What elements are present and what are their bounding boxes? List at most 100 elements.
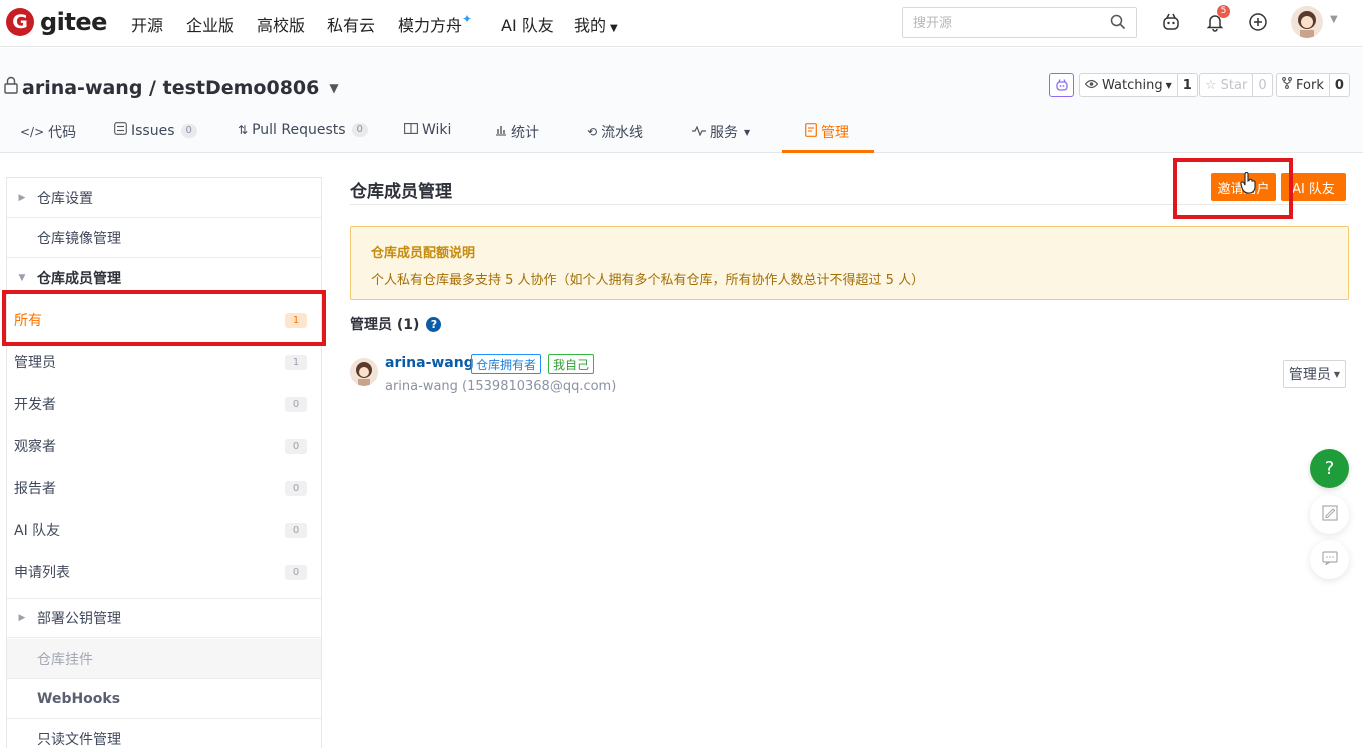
ai-bot-button[interactable] [1049,73,1074,97]
nav-mine-label: 我的 [574,16,607,35]
manage-doc-icon [805,123,817,141]
role-select-value: 管理员 [1288,367,1331,383]
help-icon[interactable]: ? [426,316,442,332]
gitee-brand-text: gitee [40,8,107,36]
member-name[interactable]: arina-wang [385,355,474,371]
feedback-icon [1321,504,1338,525]
sidebar-item-label: 管理员 [14,355,56,371]
sidebar-item-count: 0 [285,522,307,538]
sidebar-item-reporters[interactable]: 报告者 0 [7,467,321,509]
star-button[interactable]: ☆ Star [1200,74,1252,96]
notification-badge: 5 [1217,5,1230,18]
caret-down-icon[interactable]: ▼ [329,81,338,95]
caret-down-icon: ▼ [744,127,751,137]
user-avatar[interactable] [1291,6,1323,38]
search-icon[interactable] [1110,14,1126,34]
cursor-hand-icon [1240,172,1256,198]
tab-wiki-label: Wiki [422,122,452,138]
fork-button-group[interactable]: Fork 0 [1276,73,1350,97]
tab-service-label: 服务 [710,125,738,141]
nav-mine[interactable]: 我的 ▼ [574,12,618,36]
sidebar-deploy-keys-label: 部署公钥管理 [37,611,121,627]
star-count[interactable]: 0 [1252,74,1271,96]
nav-private-cloud[interactable]: 私有云 [327,12,375,36]
search-input[interactable] [903,8,1103,37]
nav-education[interactable]: 高校版 [257,12,305,36]
pull-request-icon: ⇅ [238,123,249,137]
search-box [902,7,1137,38]
sidebar-mirror-label: 仓库镜像管理 [37,230,121,247]
sidebar-repo-settings[interactable]: ▶ 仓库设置 [7,178,321,218]
tab-code[interactable]: </> 代码 [20,122,76,142]
plus-circle-icon[interactable] [1246,10,1270,34]
copilot-icon[interactable] [1159,10,1183,34]
fork-icon [1282,77,1292,93]
tab-manage[interactable]: 管理 [805,122,849,142]
nav-moli[interactable]: 模力方舟✦ [398,12,472,36]
watch-count[interactable]: 1 [1176,74,1197,96]
chat-icon [1321,550,1338,569]
caret-right-icon: ▶ [18,192,26,203]
member-avatar[interactable] [350,358,378,386]
watch-label: Watching [1102,77,1163,93]
tab-wiki[interactable]: Wiki [404,122,451,138]
tab-issues[interactable]: Issues 0 [114,122,197,139]
tab-stats[interactable]: 统计 [495,122,539,142]
nav-moli-label: 模力方舟 [398,16,463,35]
highlight-box-all [2,290,326,346]
sidebar-item-applications[interactable]: 申请列表 0 [7,551,321,593]
sidebar-readonly-files[interactable]: 只读文件管理 [7,719,321,748]
sidebar-item-label: 报告者 [14,481,56,497]
repo-title[interactable]: arina-wang / testDemo0806 ▼ [4,76,339,99]
nav-enterprise[interactable]: 企业版 [186,12,234,36]
admin-heading-label: 管理员 (1) [350,317,420,333]
bar-chart-icon [495,124,507,140]
sidebar-deploy-keys[interactable]: ▶ 部署公钥管理 [7,598,321,638]
quota-notice: 仓库成员配额说明 个人私有仓库最多支持 5 人协作（如个人拥有多个私有仓库，所有… [350,226,1349,300]
book-icon [404,122,418,138]
member-role-select[interactable]: 管理员 ▼ [1283,360,1346,388]
nav-ai-teammate[interactable]: AI 队友 [501,12,554,36]
nav-open-source[interactable]: 开源 [131,12,163,36]
watch-button-group[interactable]: Watching ▼ 1 [1079,73,1198,97]
sidebar-widgets[interactable]: 仓库挂件 [7,639,321,679]
sidebar-webhooks[interactable]: WebHooks [7,679,321,719]
floating-chat-button[interactable] [1310,540,1349,579]
top-navbar: G gitee 开源 企业版 高校版 私有云 模力方舟✦ AI 队友 我的▼ 5… [0,0,1363,47]
notice-title: 仓库成员配额说明 [371,246,476,261]
highlight-box-invite [1173,158,1293,219]
sidebar-mirror[interactable]: 仓库镜像管理 [7,218,321,258]
fork-button[interactable]: Fork [1277,74,1329,96]
gitee-logo[interactable]: G gitee [6,8,107,36]
lock-icon [4,76,18,99]
eye-icon [1084,78,1099,93]
sidebar-widgets-label: 仓库挂件 [37,651,93,668]
star-label: Star [1220,77,1248,93]
bell-icon[interactable]: 5 [1203,5,1230,34]
floating-help-button[interactable]: ? [1310,449,1349,488]
issues-icon [114,122,127,139]
sidebar-item-count: 1 [285,354,307,370]
sidebar-item-admins[interactable]: 管理员 1 [7,341,321,383]
owner-tag: 仓库拥有者 [471,354,542,374]
sidebar-item-count: 0 [285,564,307,580]
sidebar-item-ai-teammates[interactable]: AI 队友 0 [7,509,321,551]
sidebar-item-developers[interactable]: 开发者 0 [7,383,321,425]
pulse-icon [692,124,706,140]
tab-service[interactable]: 服务 ▼ [692,122,750,142]
tab-pull-requests[interactable]: ⇅ Pull Requests 0 [238,122,368,138]
watch-button[interactable]: Watching ▼ [1080,74,1177,96]
sparkle-icon: ✦ [462,12,473,26]
sidebar-webhooks-label: WebHooks [37,690,121,707]
sidebar-members-label: 仓库成员管理 [37,271,121,287]
avatar-caret-icon[interactable]: ▼ [1330,14,1338,25]
tab-pipeline[interactable]: ⟲ 流水线 [587,122,643,142]
tab-manage-label: 管理 [821,125,849,141]
floating-feedback-button[interactable] [1310,495,1349,534]
notice-body: 个人私有仓库最多支持 5 人协作（如个人拥有多个私有仓库，所有协作人数总计不得超… [371,273,925,288]
fork-label: Fork [1296,77,1324,93]
star-button-group[interactable]: ☆ Star 0 [1199,73,1273,97]
fork-count[interactable]: 0 [1328,74,1349,96]
sidebar-item-observers[interactable]: 观察者 0 [7,425,321,467]
gitee-logo-mark: G [6,8,34,36]
